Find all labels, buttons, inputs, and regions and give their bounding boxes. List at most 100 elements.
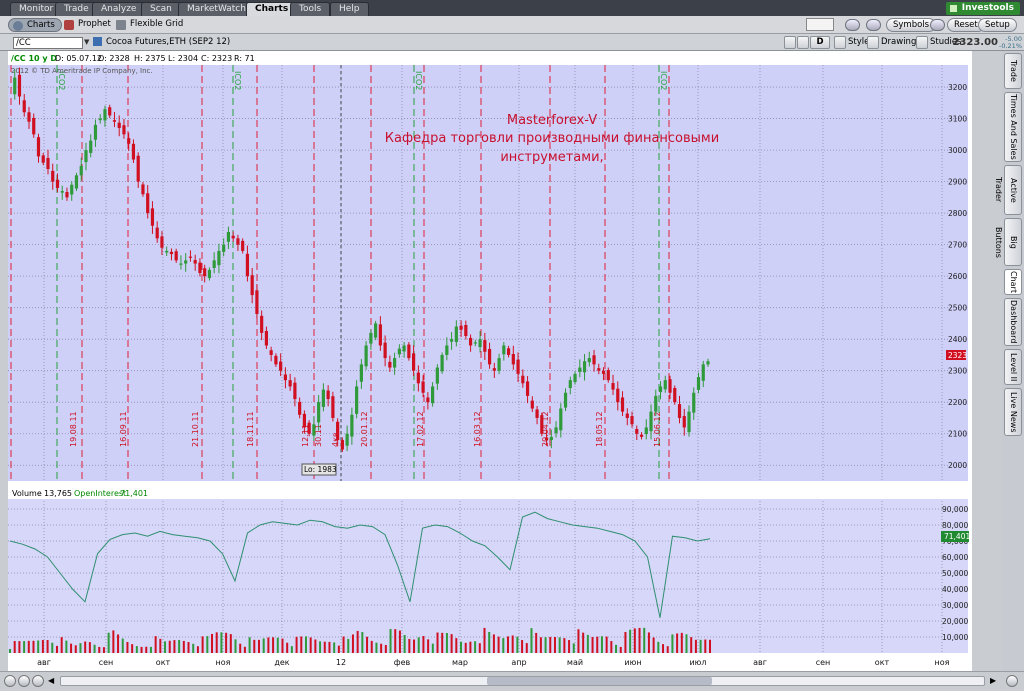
candle-body: [331, 396, 335, 418]
volume-bar: [582, 632, 585, 653]
date-mark-label: 20.01.12: [360, 411, 369, 447]
volume-bar: [286, 642, 289, 653]
chart-area[interactable]: /CC 10 y D D: 05.07.12 O: 2328 H: 2375 L…: [8, 51, 972, 671]
scroll-left-icon[interactable]: ◀: [48, 676, 54, 685]
price-tick-label: 2200: [948, 398, 967, 407]
edit-icon[interactable]: [784, 36, 796, 49]
candle-body: [592, 355, 596, 365]
tab-tools[interactable]: Tools: [290, 2, 331, 16]
subtab-flexible-grid[interactable]: Flexible Grid: [112, 18, 189, 32]
subtab-prophet[interactable]: Prophet: [60, 18, 117, 32]
layout-box[interactable]: [806, 18, 834, 31]
candle-body: [321, 389, 325, 407]
annotation-line2: Кафедра торговли производными финансовым…: [385, 131, 719, 146]
zoom-out-icon[interactable]: [18, 675, 30, 687]
volume-bar: [243, 646, 246, 653]
x-axis-label: дек: [274, 658, 289, 667]
candle-body: [283, 374, 288, 381]
studies-icon: [916, 36, 928, 49]
price-chart[interactable]: /CC 10 y D D: 05.07.12 O: 2328 H: 2375 L…: [8, 51, 972, 671]
investools-button[interactable]: Investools: [945, 2, 1020, 15]
candle-body: [383, 342, 387, 359]
cursor-icon[interactable]: [797, 36, 809, 49]
setup-button[interactable]: Setup: [978, 18, 1017, 32]
side-tab-dashboard[interactable]: Dashboard: [1004, 298, 1022, 346]
side-tab-level-ii[interactable]: Level II: [1004, 349, 1022, 385]
side-tab-chart[interactable]: Chart: [1004, 269, 1022, 295]
candle-body: [22, 100, 26, 113]
zoom-reset-icon[interactable]: [32, 675, 44, 687]
side-tab-live-news[interactable]: Live News: [1004, 388, 1022, 436]
volume-bar: [690, 637, 693, 653]
candle-body: [250, 275, 254, 296]
price-panel[interactable]: [8, 65, 968, 481]
scrollbar-thumb[interactable]: [487, 677, 712, 685]
volume-bar: [351, 634, 354, 653]
candle-body: [165, 250, 169, 253]
symbol-input[interactable]: /CC: [13, 37, 83, 49]
tab-scan[interactable]: Scan: [141, 2, 181, 16]
link-icon[interactable]: [866, 19, 881, 31]
volume-bar: [408, 638, 411, 653]
subtab-charts[interactable]: Charts: [8, 18, 62, 32]
info-open: O: 2328: [98, 54, 130, 63]
drawings-button[interactable]: Drawings: [881, 37, 921, 47]
candle-body: [568, 380, 572, 389]
side-tab-big-buttons[interactable]: Big Buttons: [994, 218, 1022, 266]
candle-body: [112, 120, 117, 122]
zoom-in-icon[interactable]: [4, 675, 16, 687]
side-tab-times-and-sales[interactable]: Times And Sales: [1004, 92, 1022, 162]
volume-bar: [610, 641, 613, 653]
candle-body: [639, 434, 644, 437]
candle-body: [573, 373, 577, 383]
x-axis-label: май: [567, 658, 583, 667]
side-tab-active-trader[interactable]: Active Trader: [994, 165, 1022, 215]
volume-bar: [290, 646, 293, 653]
volume-bar: [455, 638, 458, 653]
date-mark-label: 15.06.12: [653, 411, 662, 447]
volume-bar: [182, 640, 185, 653]
tab-analyze[interactable]: Analyze: [92, 2, 146, 16]
candle-body: [60, 191, 64, 193]
expand-icon[interactable]: [1006, 675, 1018, 687]
scroll-right-icon[interactable]: ▶: [990, 676, 996, 685]
volume-panel[interactable]: [8, 499, 968, 653]
candle-body: [525, 381, 530, 396]
tab-marketwatch[interactable]: MarketWatch: [178, 2, 255, 16]
period-button[interactable]: D: [810, 36, 830, 49]
volume-bar: [60, 637, 63, 653]
horizontal-scrollbar[interactable]: [60, 676, 985, 686]
low-label: Lo: 1983: [304, 465, 337, 474]
volume-bar: [605, 636, 608, 653]
candle-body: [407, 344, 411, 359]
symbols-button[interactable]: Symbols: [886, 18, 937, 32]
volume-bar: [93, 644, 96, 653]
save-icon[interactable]: [930, 19, 945, 31]
volume-bar: [239, 643, 242, 653]
volume-bar: [572, 643, 575, 653]
volume-bar: [267, 637, 270, 653]
search-icon[interactable]: [845, 19, 860, 31]
volume-bar: [18, 641, 21, 653]
candle-body: [616, 388, 620, 403]
volume-bar: [671, 634, 674, 653]
drawings-icon: [867, 36, 879, 49]
volume-bar: [229, 634, 232, 653]
side-tab-trade[interactable]: Trade: [1004, 53, 1022, 89]
volume-bar: [427, 639, 430, 653]
volume-bar: [568, 640, 571, 653]
volume-bar: [366, 636, 369, 653]
tab-help[interactable]: Help: [330, 2, 369, 16]
chevron-down-icon[interactable]: ▼: [84, 38, 89, 46]
volume-bar: [502, 638, 505, 653]
volume-bar: [577, 629, 580, 653]
candle-body: [336, 421, 340, 441]
info-high: H: 2375: [134, 54, 166, 63]
volume-bar: [530, 628, 533, 653]
volume-bar: [394, 629, 397, 653]
candle-body: [79, 165, 83, 176]
candle-body: [41, 155, 45, 163]
candle-body: [108, 107, 112, 116]
top-tab-bar: Monitor Trade Analyze Scan MarketWatch C…: [0, 0, 1024, 16]
candle-body: [302, 413, 306, 428]
